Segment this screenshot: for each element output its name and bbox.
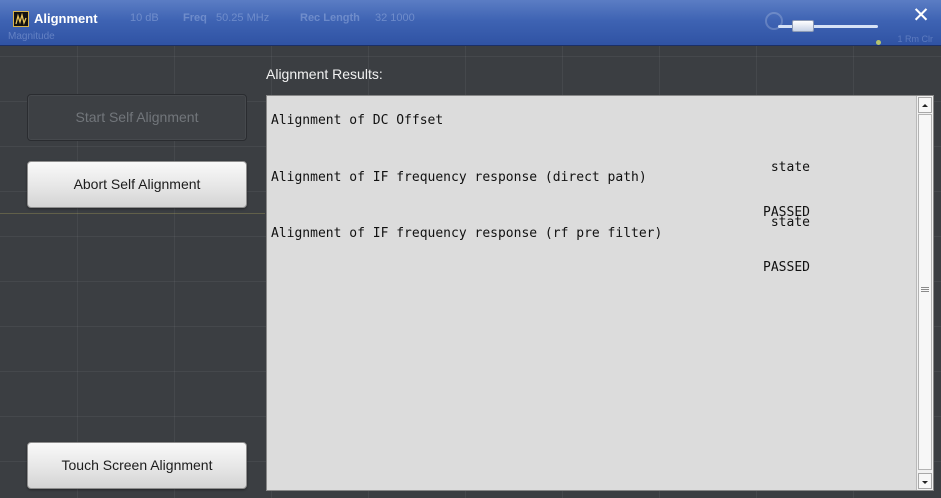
scroll-thumb[interactable]	[918, 114, 932, 470]
marker-label: 1 Rm Clr	[897, 34, 934, 44]
results-text-area[interactable]: Alignment of DC Offset state PASSED Alig…	[266, 95, 934, 491]
grip-icon	[921, 289, 929, 290]
results-content: Alignment of DC Offset state PASSED Alig…	[267, 96, 915, 490]
result-line: Alignment of IF frequency response (dire…	[271, 170, 647, 185]
state-label: state	[770, 215, 810, 230]
vertical-scrollbar[interactable]	[916, 96, 933, 490]
dialog-body: Alignment Results: Start Self Alignment …	[0, 46, 941, 498]
arrow-up-icon	[922, 104, 928, 107]
state-label: state	[770, 160, 810, 175]
results-label: Alignment Results:	[266, 66, 383, 82]
slider-thumb[interactable]	[792, 20, 814, 32]
scroll-up-button[interactable]	[918, 97, 932, 113]
state-value: PASSED	[763, 260, 810, 275]
grip-icon	[921, 291, 929, 292]
ref-level-readout: 10 dB	[130, 12, 159, 24]
close-icon[interactable]: ✕	[901, 2, 941, 28]
freq-value: 50.25 MHz	[216, 12, 270, 24]
alignment-dialog: Alignment 10 dB Freq 50.25 MHz Rec Lengt…	[0, 0, 941, 498]
title-bar: Alignment 10 dB Freq 50.25 MHz Rec Lengt…	[0, 0, 941, 46]
app-icon	[13, 11, 29, 27]
transparency-slider[interactable]	[778, 18, 878, 34]
touch-screen-alignment-button[interactable]: Touch Screen Alignment	[27, 442, 247, 489]
freq-label: Freq	[183, 12, 207, 24]
abort-self-alignment-button[interactable]: Abort Self Alignment	[27, 161, 247, 208]
rec-length-label: Rec Length	[300, 12, 360, 24]
marker-dot	[876, 40, 881, 45]
result-state: state PASSED	[750, 185, 810, 305]
arrow-down-icon	[922, 481, 928, 484]
trace-line	[0, 213, 265, 214]
start-self-alignment-button[interactable]: Start Self Alignment	[27, 94, 247, 141]
result-line: Alignment of IF frequency response (rf p…	[271, 226, 663, 241]
trace-label: Magnitude	[8, 31, 55, 42]
scroll-down-button[interactable]	[918, 473, 932, 489]
rec-length-value: 32 1000	[375, 12, 415, 24]
dialog-title: Alignment	[34, 11, 98, 26]
grip-icon	[921, 287, 929, 288]
result-line: Alignment of DC Offset	[271, 113, 444, 128]
